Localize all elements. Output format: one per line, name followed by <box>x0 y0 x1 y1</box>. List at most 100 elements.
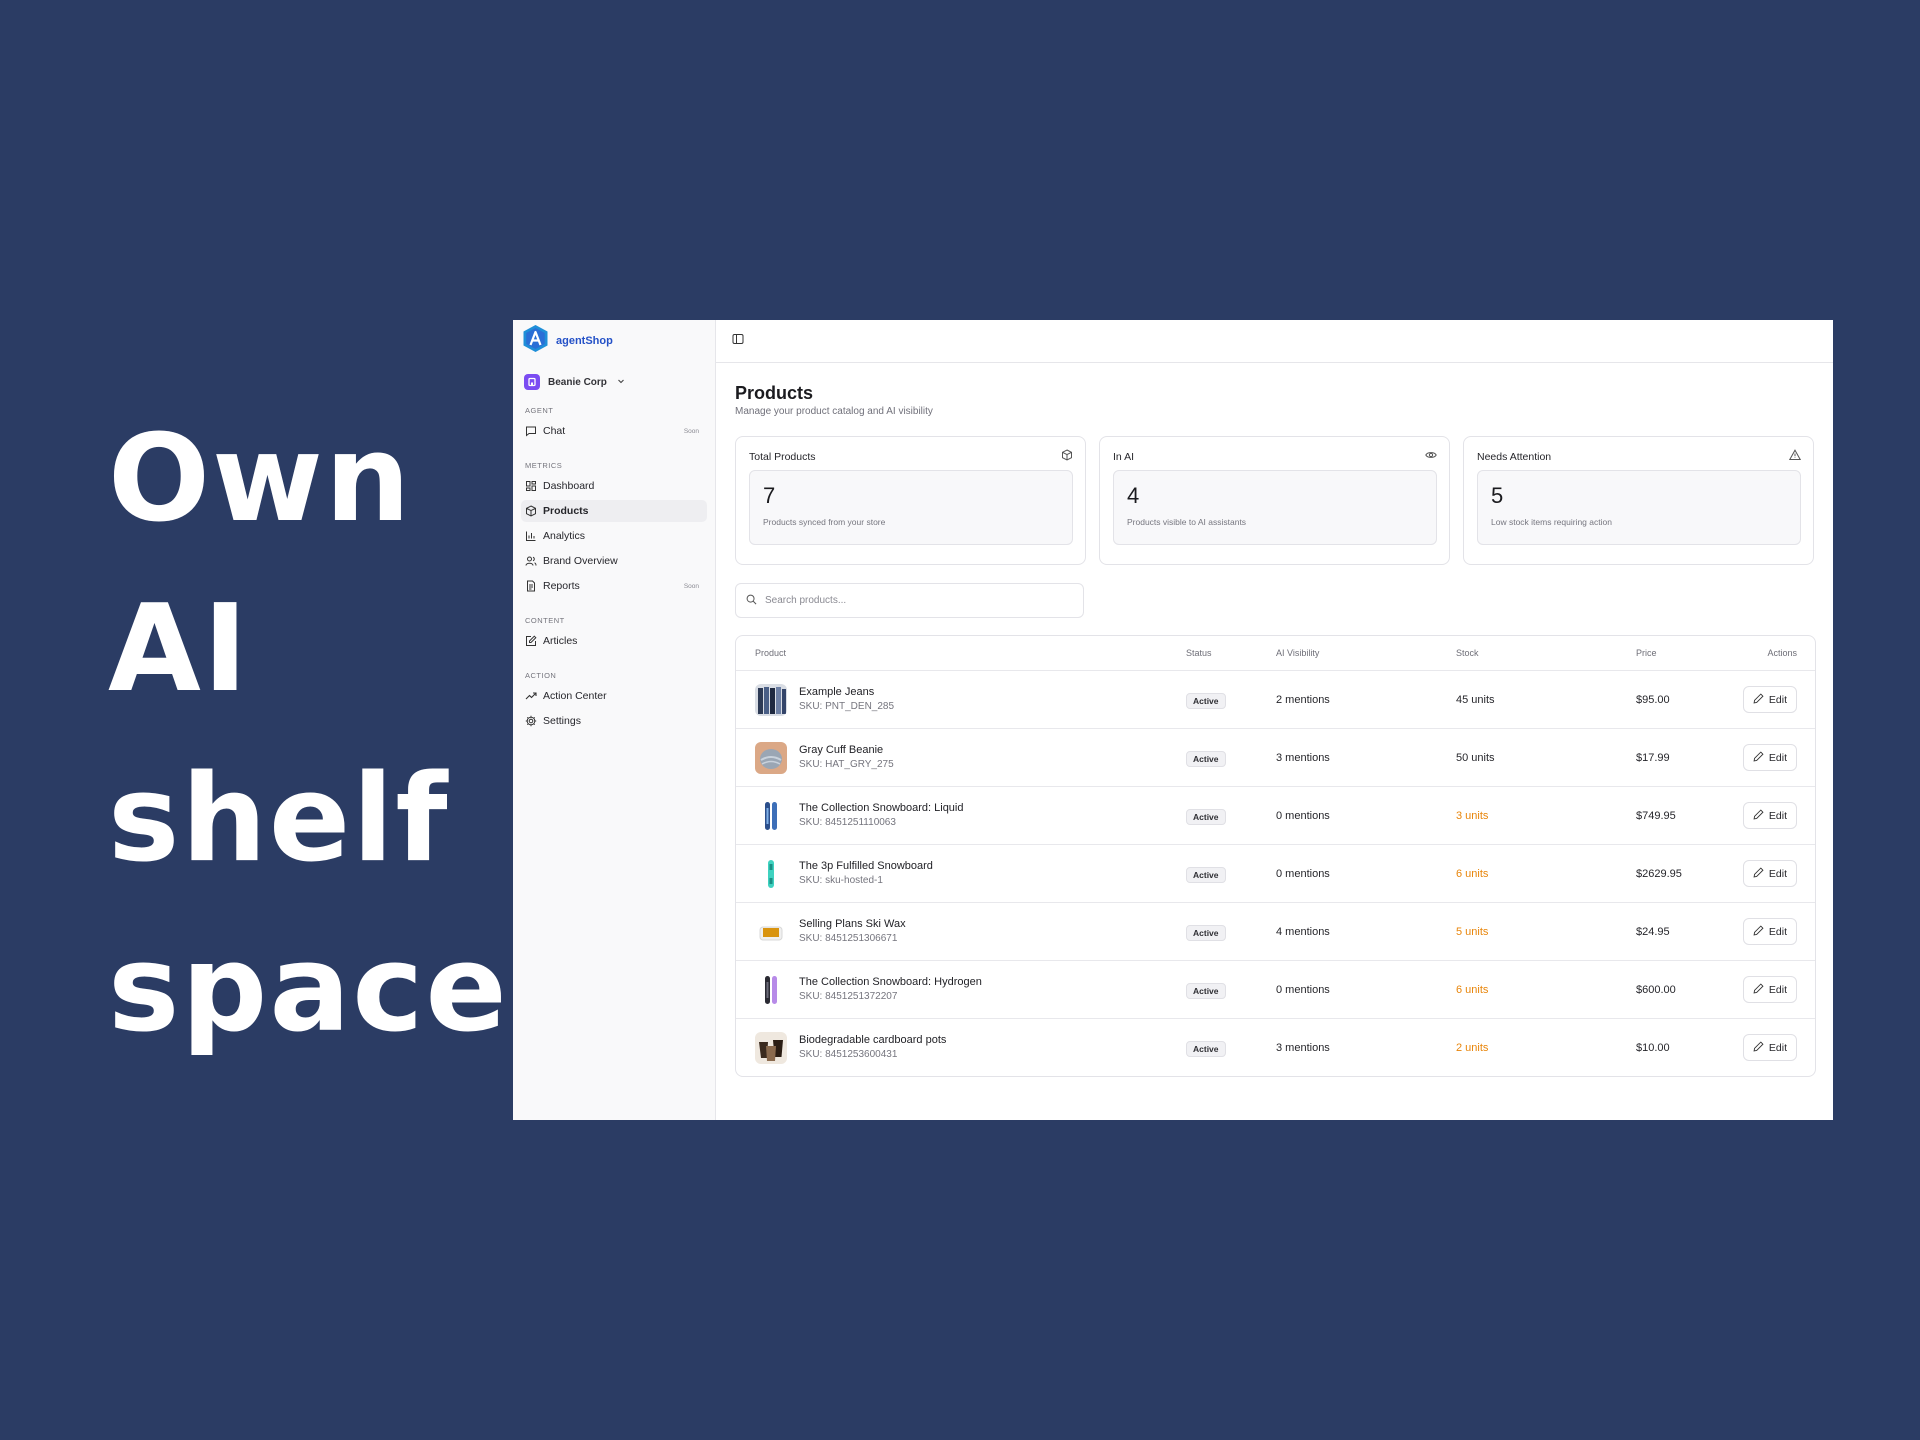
product-name[interactable]: Biodegradable cardboard pots <box>799 1033 946 1047</box>
pencil-icon <box>1753 924 1764 939</box>
pencil-icon <box>1753 1040 1764 1055</box>
status-badge: Active <box>1186 866 1226 883</box>
product-name[interactable]: Example Jeans <box>799 685 894 699</box>
search-box <box>735 583 1084 618</box>
stat-value: 4 <box>1127 483 1140 508</box>
edit-button[interactable]: Edit <box>1742 1034 1797 1061</box>
ai-visibility: 2 mentions <box>1276 693 1330 706</box>
product-thumbnail <box>755 1031 787 1064</box>
edit-button-label: Edit <box>1768 1041 1787 1054</box>
chat-icon <box>524 425 537 438</box>
app-window: agentShop Beanie Corp AGENT Chat Soon ME… <box>513 320 1833 1120</box>
content-area: Products Manage your product catalog and… <box>716 363 1833 1077</box>
stock-value: 45 units <box>1456 693 1495 706</box>
sidebar-item-label: Action Center <box>543 690 607 702</box>
sidebar-item-articles[interactable]: Articles <box>521 630 707 652</box>
sidebar-toggle-icon[interactable] <box>732 332 744 350</box>
price-value: $749.95 <box>1636 809 1676 822</box>
brand[interactable]: agentShop <box>521 324 707 358</box>
product-thumbnail <box>755 683 787 716</box>
sidebar-item-brand-overview[interactable]: Brand Overview <box>521 550 707 572</box>
table-row: The Collection Snowboard: Hydrogen SKU: … <box>736 960 1815 1018</box>
product-thumbnail <box>755 741 787 774</box>
nav-group-label: ACTION <box>525 671 557 680</box>
edit-button[interactable]: Edit <box>1742 744 1797 771</box>
edit-icon <box>524 635 537 648</box>
column-header-stock[interactable]: Stock <box>1456 648 1636 658</box>
edit-button-label: Edit <box>1768 751 1787 764</box>
stat-description: Products visible to AI assistants <box>1127 517 1247 527</box>
stock-value: 6 units <box>1456 983 1489 996</box>
stat-card-total-products: Total Products 7 Products synced from yo… <box>735 436 1086 565</box>
status-badge: Active <box>1186 750 1226 767</box>
table-row: The Collection Snowboard: Liquid SKU: 84… <box>736 786 1815 844</box>
products-table: Product Status AI Visibility Stock Price… <box>735 635 1816 1077</box>
dashboard-icon <box>524 480 537 493</box>
table-header-row: Product Status AI Visibility Stock Price… <box>736 636 1815 670</box>
edit-button[interactable]: Edit <box>1742 802 1797 829</box>
logo-icon <box>522 324 549 358</box>
sidebar-item-action-center[interactable]: Action Center <box>521 685 707 707</box>
status-badge: Active <box>1186 1040 1226 1057</box>
stats-row: Total Products 7 Products synced from yo… <box>735 436 1817 565</box>
edit-button[interactable]: Edit <box>1742 686 1797 713</box>
column-header-visibility[interactable]: AI Visibility <box>1276 648 1456 658</box>
product-thumbnail <box>755 973 787 1006</box>
column-header-actions: Actions <box>1767 648 1797 658</box>
stat-value: 5 <box>1491 483 1504 508</box>
edit-button[interactable]: Edit <box>1742 976 1797 1003</box>
ai-visibility: 0 mentions <box>1276 809 1330 822</box>
sidebar-item-analytics[interactable]: Analytics <box>521 525 707 547</box>
status-badge: Active <box>1186 924 1226 941</box>
sidebar-item-label: Articles <box>543 635 578 647</box>
column-header-price[interactable]: Price <box>1636 648 1736 658</box>
sidebar-item-chat[interactable]: Chat Soon <box>521 420 707 442</box>
sidebar-item-label: Analytics <box>543 530 586 542</box>
sidebar-item-label: Products <box>543 505 589 517</box>
headline-line: Own <box>108 410 413 549</box>
edit-button[interactable]: Edit <box>1742 918 1797 945</box>
headline-line: space <box>108 920 509 1059</box>
ai-visibility: 3 mentions <box>1276 751 1330 764</box>
main-panel: Products Manage your product catalog and… <box>716 320 1833 1120</box>
nav-group-label: CONTENT <box>525 616 565 625</box>
brand-name: agentShop <box>556 335 613 347</box>
status-badge: Active <box>1186 692 1226 709</box>
price-value: $10.00 <box>1636 1041 1670 1054</box>
sidebar-item-dashboard[interactable]: Dashboard <box>521 475 707 497</box>
product-sku: SKU: 8451251372207 <box>799 991 898 1002</box>
product-sku: SKU: HAT_GRY_275 <box>799 759 894 770</box>
product-name[interactable]: Selling Plans Ski Wax <box>799 917 906 931</box>
ai-visibility: 3 mentions <box>1276 1041 1330 1054</box>
price-value: $600.00 <box>1636 983 1676 996</box>
sidebar-item-reports[interactable]: Reports Soon <box>521 575 707 597</box>
edit-button[interactable]: Edit <box>1742 860 1797 887</box>
ai-visibility: 0 mentions <box>1276 867 1330 880</box>
product-name[interactable]: Gray Cuff Beanie <box>799 743 894 757</box>
stock-value: 6 units <box>1456 867 1489 880</box>
price-value: $24.95 <box>1636 925 1670 938</box>
stat-value: 7 <box>763 483 776 508</box>
product-name[interactable]: The Collection Snowboard: Liquid <box>799 801 964 815</box>
stat-description: Low stock items requiring action <box>1491 517 1612 527</box>
edit-button-label: Edit <box>1768 983 1787 996</box>
column-header-status[interactable]: Status <box>1186 648 1276 658</box>
product-name[interactable]: The 3p Fulfilled Snowboard <box>799 859 933 873</box>
document-icon <box>524 580 537 593</box>
column-header-product[interactable]: Product <box>736 648 1186 658</box>
sidebar-item-products[interactable]: Products <box>521 500 707 522</box>
ai-visibility: 0 mentions <box>1276 983 1330 996</box>
search-input[interactable] <box>765 595 1065 606</box>
soon-badge: Soon <box>683 427 699 435</box>
users-icon <box>524 555 537 568</box>
sidebar-item-settings[interactable]: Settings <box>521 710 707 732</box>
edit-button-label: Edit <box>1768 693 1787 706</box>
org-switcher[interactable]: Beanie Corp <box>521 372 707 392</box>
sidebar-item-label: Settings <box>543 715 581 727</box>
sidebar-item-label: Chat <box>543 425 566 437</box>
table-row: The 3p Fulfilled Snowboard SKU: sku-host… <box>736 844 1815 902</box>
product-name[interactable]: The Collection Snowboard: Hydrogen <box>799 975 982 989</box>
headline-line: shelf <box>108 750 450 889</box>
stat-card-needs-attention: Needs Attention 5 Low stock items requir… <box>1463 436 1814 565</box>
gear-icon <box>524 715 537 728</box>
